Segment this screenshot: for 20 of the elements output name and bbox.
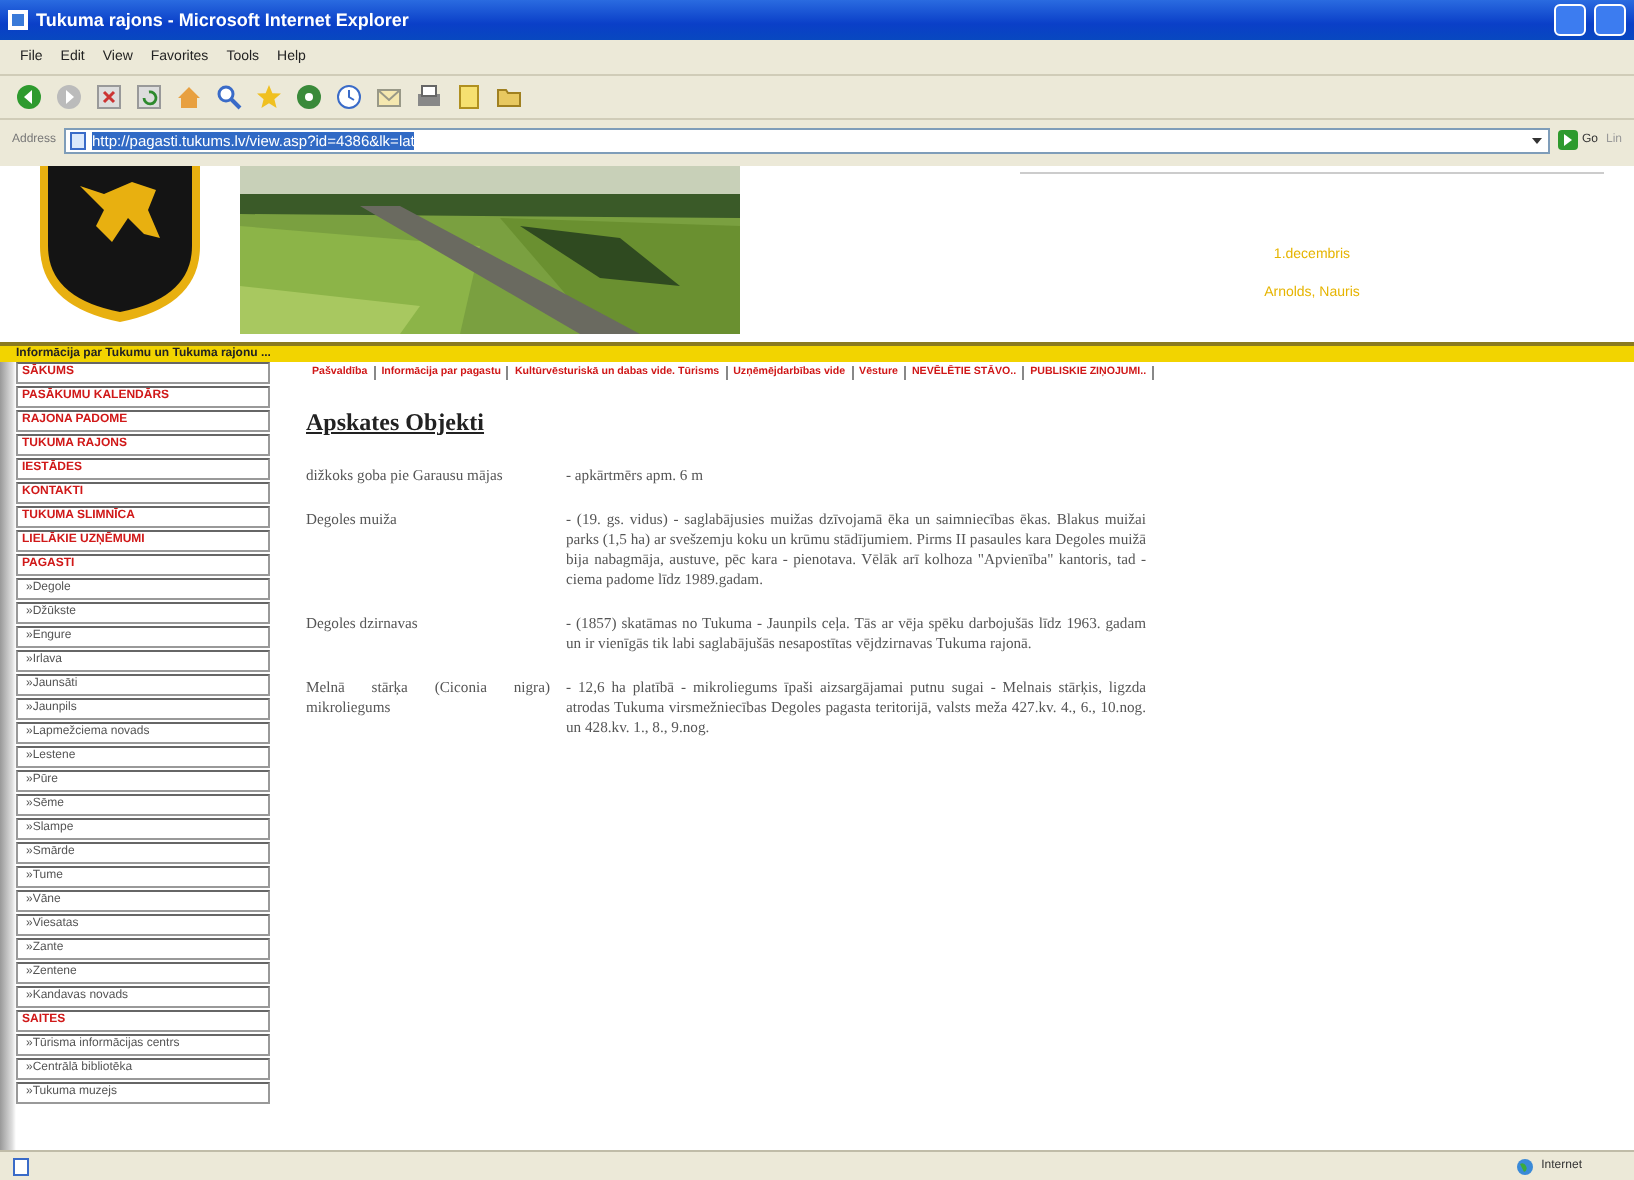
refresh-icon[interactable]: [136, 84, 162, 110]
star-icon[interactable]: [256, 84, 282, 110]
print-icon[interactable]: [416, 84, 442, 110]
globe-icon: [1515, 1157, 1534, 1175]
maximize-button[interactable]: [1594, 4, 1626, 36]
browser-icon: [8, 10, 28, 30]
history-icon[interactable]: [336, 84, 362, 110]
back-icon[interactable]: [16, 84, 42, 110]
mail-icon[interactable]: [376, 84, 402, 110]
notepad-icon[interactable]: [456, 84, 482, 110]
page-icon: [12, 1157, 30, 1175]
page-icon: [70, 131, 87, 149]
folder-icon[interactable]: [496, 84, 522, 110]
page-heading: Apskates Objekti: [306, 408, 485, 438]
dropdown-icon[interactable]: [1529, 133, 1544, 147]
search-icon[interactable]: [216, 84, 242, 110]
minimize-button[interactable]: [1554, 4, 1586, 36]
stop-icon[interactable]: [96, 84, 122, 110]
window-title: Tukuma rajons - Microsoft Internet Explorer: [36, 10, 409, 30]
media-icon[interactable]: [296, 84, 322, 110]
